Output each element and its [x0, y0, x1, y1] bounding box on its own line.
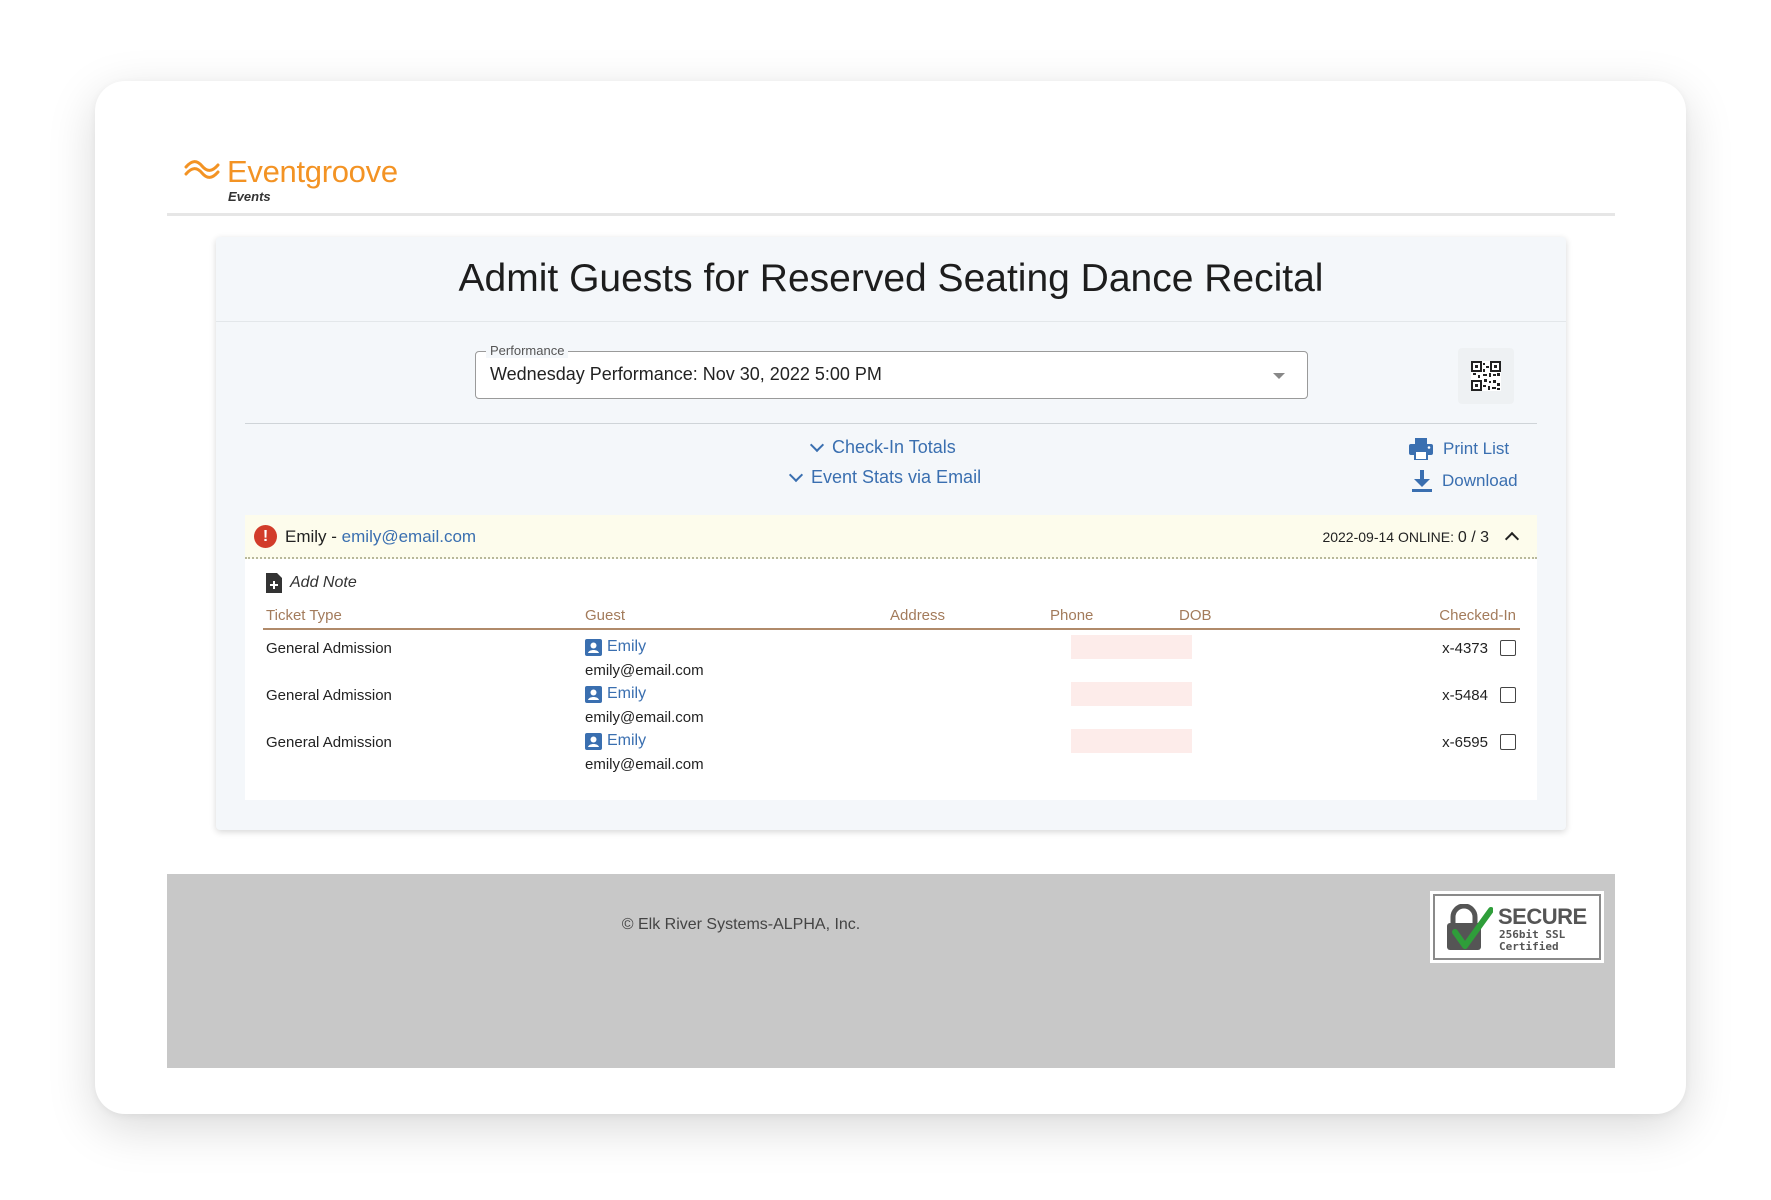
chevron-up-icon[interactable]: [1504, 531, 1520, 547]
order-date: 2022-09-14: [1322, 529, 1395, 545]
guest-link[interactable]: Emily: [585, 638, 646, 656]
table-row: General Admission Emily emily@email.com …: [245, 729, 1537, 786]
contact-card-icon: [585, 638, 602, 656]
checked-in-checkbox[interactable]: [1500, 734, 1516, 750]
order-card: ! Emily - emily@email.com 2022-09-14 ONL…: [245, 515, 1537, 800]
add-note-icon: [266, 573, 282, 593]
contact-card-icon: [585, 685, 602, 703]
divider: [245, 423, 1537, 424]
phone-field-empty: [1071, 729, 1192, 753]
alert-icon: !: [254, 525, 277, 548]
wave-logo-icon: [184, 160, 220, 179]
event-stats-label: Event Stats via Email: [811, 467, 982, 487]
checked-in-checkbox[interactable]: [1500, 687, 1516, 703]
guest-email: emily@email.com: [585, 662, 704, 679]
printer-icon: [1409, 438, 1433, 460]
event-stats-toggle[interactable]: Event Stats via Email: [788, 467, 982, 488]
ssl-badge[interactable]: SECURE 256bit SSL Certified: [1430, 891, 1604, 963]
customer-name: Emily: [285, 527, 327, 546]
col-checked-in: Checked-In: [1439, 607, 1516, 624]
chevron-down-icon: [788, 467, 804, 482]
guest-name: Emily: [607, 638, 647, 655]
ticket-number: x-6595: [1442, 734, 1488, 751]
performance-select[interactable]: Performance Wednesday Performance: Nov 3…: [475, 343, 1308, 399]
performance-value: Wednesday Performance: Nov 30, 2022 5:00…: [490, 364, 882, 384]
site-header: Eventgroove Events: [167, 138, 1615, 216]
col-address: Address: [890, 607, 946, 624]
qr-scan-button[interactable]: [1458, 348, 1514, 404]
chevron-down-icon: [809, 437, 825, 452]
padlock-check-icon: [1447, 904, 1493, 950]
guest-link[interactable]: Emily: [585, 685, 646, 703]
ticket-number: x-4373: [1442, 640, 1488, 657]
brand-logo[interactable]: Eventgroove Events: [184, 154, 424, 204]
table-header-divider: [263, 628, 1520, 630]
table-row: General Admission Emily emily@email.com …: [245, 682, 1537, 739]
download-label: Download: [1442, 471, 1518, 490]
site-footer: © Elk River Systems-ALPHA, Inc. SECURE 2…: [167, 874, 1615, 1068]
page-title: Admit Guests for Reserved Seating Dance …: [216, 237, 1566, 322]
performance-label: Performance: [486, 343, 569, 358]
ssl-title: SECURE: [1498, 904, 1587, 929]
guest-link[interactable]: Emily: [585, 732, 646, 750]
order-status: 2022-09-14 ONLINE: 0 / 3: [1322, 529, 1489, 547]
col-guest: Guest: [585, 607, 626, 624]
customer-info: Emily - emily@email.com: [285, 527, 476, 547]
download-button[interactable]: Download: [1412, 470, 1518, 492]
qr-code-icon: [1471, 361, 1501, 391]
ticket-number: x-5484: [1442, 687, 1488, 704]
order-header[interactable]: ! Emily - emily@email.com 2022-09-14 ONL…: [245, 515, 1537, 559]
brand-name: Eventgroove: [227, 154, 398, 189]
ssl-line2: Certified: [1499, 940, 1559, 953]
guest-name: Emily: [607, 732, 647, 749]
col-ticket-type: Ticket Type: [266, 607, 342, 624]
table-row: General Admission Emily emily@email.com …: [245, 635, 1537, 692]
customer-email-link[interactable]: emily@email.com: [342, 527, 476, 546]
col-dob: DOB: [1179, 607, 1212, 624]
copyright-text: © Elk River Systems-ALPHA, Inc.: [621, 916, 861, 933]
admit-panel: Admit Guests for Reserved Seating Dance …: [216, 237, 1566, 830]
ticket-type: General Admission: [266, 640, 392, 657]
ticket-type: General Admission: [266, 734, 392, 751]
checkin-totals-label: Check-In Totals: [832, 437, 956, 457]
add-note-label: Add Note: [290, 574, 357, 591]
checkin-totals-toggle[interactable]: Check-In Totals: [809, 437, 956, 458]
customer-separator: -: [326, 527, 342, 546]
phone-field-empty: [1071, 682, 1192, 706]
order-checkin-count: 0 / 3: [1457, 529, 1489, 546]
contact-card-icon: [585, 732, 602, 750]
col-phone: Phone: [1050, 607, 1094, 624]
guest-email: emily@email.com: [585, 709, 704, 726]
print-list-button[interactable]: Print List: [1409, 438, 1509, 460]
brand-subtitle: Events: [228, 189, 271, 204]
download-icon: [1412, 470, 1432, 492]
guest-email: emily@email.com: [585, 756, 704, 773]
chevron-down-icon: [1273, 373, 1285, 379]
print-list-label: Print List: [1443, 439, 1510, 458]
checked-in-checkbox[interactable]: [1500, 640, 1516, 656]
phone-field-empty: [1071, 635, 1192, 659]
guest-name: Emily: [607, 685, 647, 702]
order-source: ONLINE:: [1397, 529, 1454, 545]
add-note-button[interactable]: Add Note: [266, 573, 357, 593]
ticket-type: General Admission: [266, 687, 392, 704]
